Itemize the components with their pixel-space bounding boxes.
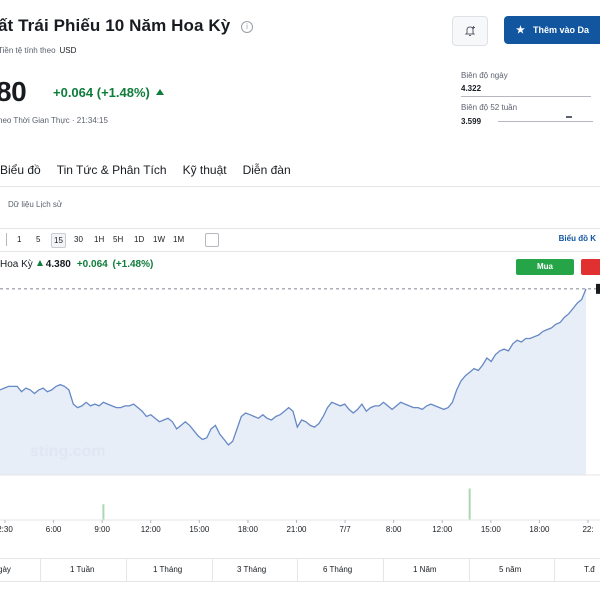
period-separator [469, 559, 470, 581]
day-range-bar [461, 96, 591, 97]
timeframe-1w[interactable]: 1W [151, 233, 167, 246]
x-tick-label: 22: [582, 525, 593, 534]
period-1-week[interactable]: 1 Tuần [70, 565, 94, 574]
x-tick-label: 15:00 [189, 525, 210, 534]
x-tick-label: 12:00 [141, 525, 162, 534]
chart-legend: Hoa Kỳ 4.380 +0.064 (+1.48%) [0, 259, 153, 270]
tabs-divider [0, 186, 600, 187]
week52-range-bar [498, 121, 593, 122]
info-icon[interactable]: i [241, 21, 253, 33]
timeframe-1m[interactable]: 1M [171, 233, 186, 246]
star-icon: ★ [516, 24, 525, 36]
buy-button[interactable]: Mua [516, 259, 574, 275]
price-chart[interactable]: sting.com2:306:009:0012:0015:0018:0021:0… [0, 280, 600, 558]
currency-label: Tiền tệ tính theo USD [0, 46, 76, 55]
currency-label-text: Tiền tệ tính theo [0, 46, 56, 55]
chart-price: 4.380 [45, 259, 71, 270]
tab-forum[interactable]: Diễn đàn [243, 163, 291, 177]
chart-settings-link[interactable]: Biểu đồ K [559, 234, 596, 243]
current-price-marker [596, 283, 600, 294]
volume-bar [102, 504, 105, 520]
period-separator [383, 559, 384, 581]
toolbar-divider [6, 233, 7, 246]
add-to-watchlist-label: Thêm vào Da [532, 25, 589, 35]
period-1-month[interactable]: 1 Tháng [153, 565, 182, 574]
day-range-low: 4.322 [461, 84, 482, 93]
period-6-months[interactable]: 6 Tháng [323, 565, 352, 574]
timeframe-5h[interactable]: 5H [111, 233, 125, 246]
tab-chart[interactable]: Biểu đồ [0, 163, 41, 177]
realtime-timestamp: heo Thời Gian Thực · 21:34:15 [0, 116, 108, 125]
timeframe-1h[interactable]: 1H [92, 233, 106, 246]
x-tick-label: 12:00 [432, 525, 453, 534]
sell-button[interactable] [581, 259, 600, 275]
period-selector: gày 1 Tuần 1 Tháng 3 Tháng 6 Tháng 1 Năm… [0, 558, 600, 582]
x-tick-label: 15:00 [481, 525, 502, 534]
historical-data-link[interactable]: Dữ liệu Lịch sử [8, 200, 62, 209]
tab-news-analysis[interactable]: Tin Tức & Phân Tích [57, 163, 167, 177]
period-1-year[interactable]: 1 Năm [413, 565, 437, 574]
up-arrow-icon [155, 89, 164, 95]
period-5-years[interactable]: 5 năm [499, 565, 521, 574]
period-separator [40, 559, 41, 581]
week52-range-marker [566, 116, 572, 118]
timeframe-1d[interactable]: 1D [132, 233, 146, 246]
period-separator [297, 559, 298, 581]
timeframe-15[interactable]: 15 [51, 233, 66, 248]
change-value: +0.064 [53, 85, 94, 100]
timeframe-1[interactable]: 1 [15, 233, 23, 246]
x-tick-label: 8:00 [386, 525, 402, 534]
x-tick-label: 7/7 [340, 525, 352, 534]
period-day[interactable]: gày [0, 565, 11, 574]
add-to-watchlist-button[interactable]: ★ Thêm vào Da [504, 16, 600, 44]
chart-change: +0.064 [76, 259, 108, 270]
price-area [0, 288, 586, 475]
bell-plus-icon [464, 26, 476, 36]
instrument-title: ất Trái Phiếu 10 Năm Hoa Kỳ [0, 16, 231, 35]
x-tick-label: 2:30 [0, 525, 13, 534]
period-separator [554, 559, 555, 581]
chart-instrument-name: Hoa Kỳ [0, 259, 33, 270]
week52-range-label: Biên độ 52 tuần [461, 103, 518, 112]
period-separator [126, 559, 127, 581]
x-tick-label: 21:00 [286, 525, 307, 534]
price-change: +0.064 (+1.48%) [53, 85, 164, 100]
week52-range-low: 3.599 [461, 117, 482, 126]
x-tick-label: 18:00 [238, 525, 259, 534]
period-max[interactable]: T.đ [584, 565, 595, 574]
timeframe-5[interactable]: 5 [34, 233, 42, 246]
last-price: 80 [0, 76, 27, 107]
drawing-tools-icon[interactable] [205, 233, 219, 247]
timeframe-30[interactable]: 30 [72, 233, 85, 246]
volume-bar [468, 488, 471, 520]
day-range-label: Biên độ ngày [461, 71, 508, 80]
currency-value: USD [59, 46, 77, 55]
tab-technical[interactable]: Kỹ thuật [183, 163, 227, 177]
period-separator [212, 559, 213, 581]
up-arrow-icon [36, 260, 43, 266]
change-percent: (+1.48%) [96, 85, 150, 100]
chart-change-percent: (+1.48%) [112, 259, 154, 270]
alert-button[interactable] [452, 16, 488, 46]
x-tick-label: 9:00 [94, 525, 110, 534]
chart-toolbar: 1 5 15 30 1H 5H 1D 1W 1M Biểu đồ K [0, 228, 600, 252]
x-tick-label: 6:00 [46, 525, 62, 534]
period-3-months[interactable]: 3 Tháng [237, 565, 266, 574]
x-tick-label: 18:00 [529, 525, 550, 534]
section-tabs: Biểu đồ Tin Tức & Phân Tích Kỹ thuật Diễ… [0, 163, 307, 177]
